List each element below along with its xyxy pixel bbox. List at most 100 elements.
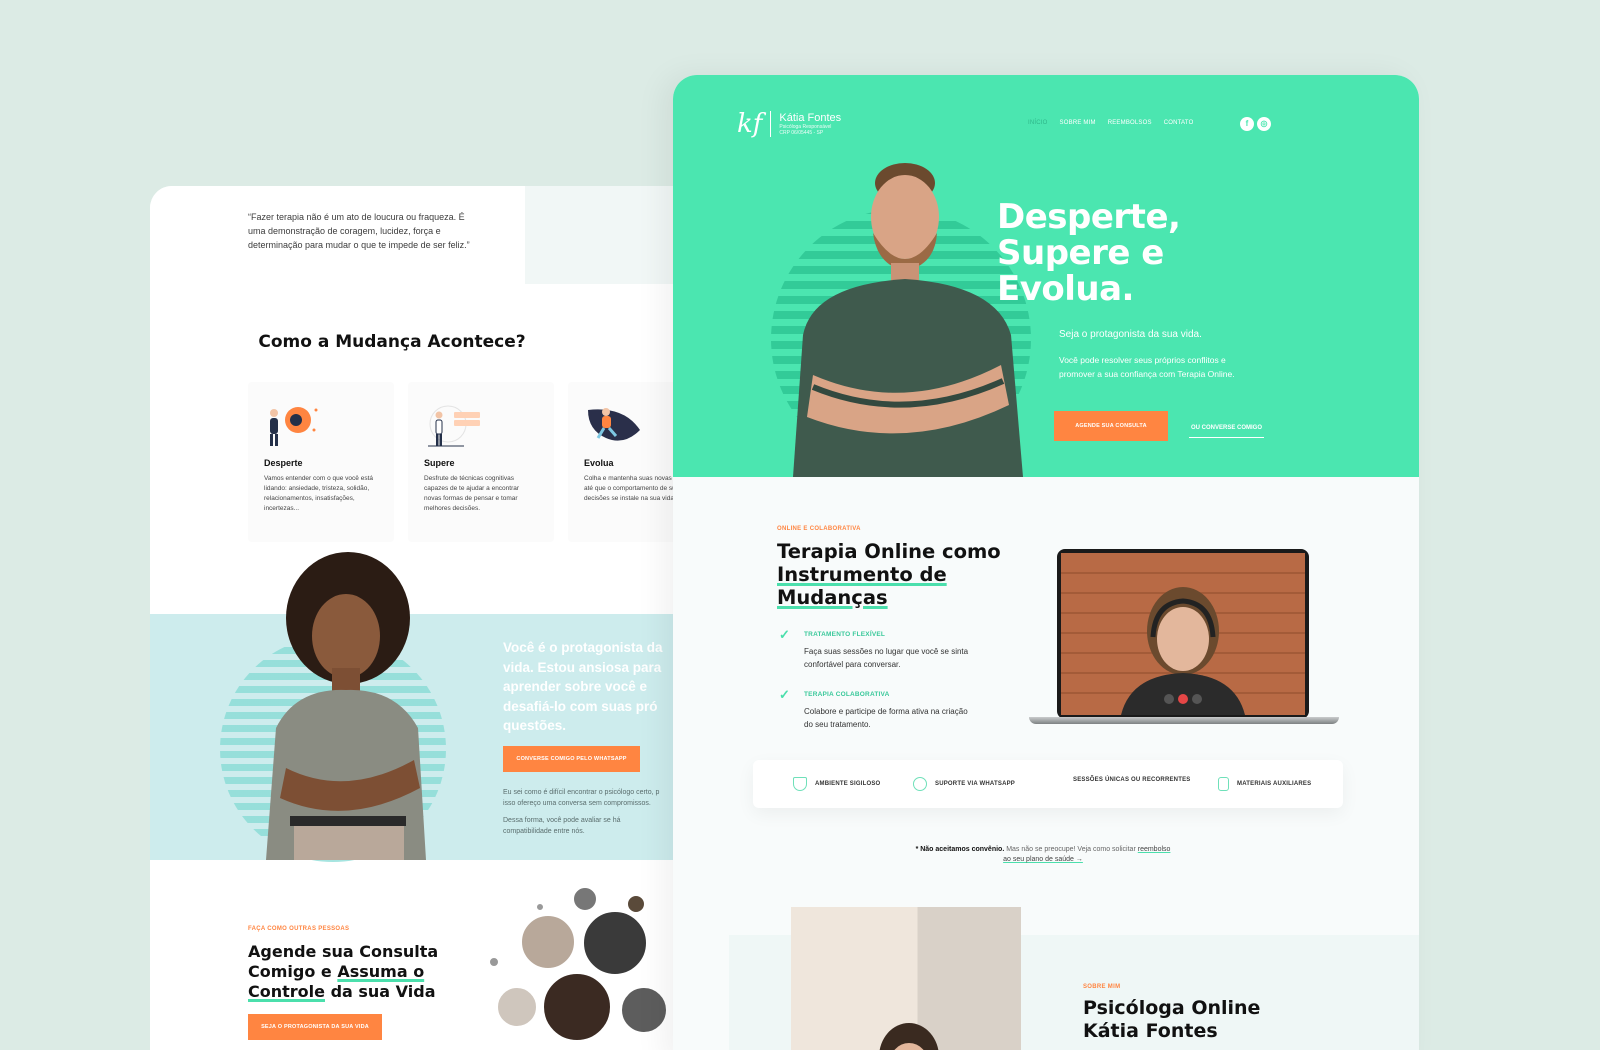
nav-item-inicio[interactable]: INÍCIO	[1028, 120, 1048, 126]
sobre-title-line: Kátia Fontes	[1083, 1020, 1218, 1042]
step-title: Supere	[424, 458, 455, 468]
avatar	[542, 972, 612, 1042]
feature-bar-label: SUPORTE VIA WHATSAPP	[935, 781, 1016, 787]
hero-title-line: Evolua.	[997, 269, 1134, 309]
hero-title: Desperte, Supere e Evolua.	[997, 197, 1181, 309]
step-text: Colha e mantenha suas novas visões até q…	[584, 475, 674, 502]
chat-icon	[913, 777, 927, 791]
laptop-video-call	[1057, 549, 1309, 719]
avatar	[572, 886, 598, 912]
avatar	[626, 894, 646, 914]
logo[interactable]: kf Kátia Fontes Psicóloga Responsável CR…	[737, 109, 841, 139]
hero-subtitle: Seja o protagonista da sua vida.	[1059, 329, 1202, 340]
step-card-supere: Supere Desfrute de técnicas cognitivas c…	[408, 382, 554, 542]
band-headline-line: desafiá-lo com suas pró	[503, 698, 658, 714]
avatar	[582, 910, 648, 976]
band-text-line: Dessa forma, você pode avaliar se há	[503, 817, 621, 824]
avatar	[488, 956, 500, 968]
terapia-title: Terapia Online como Instrumento de Mudan…	[777, 540, 1037, 609]
hero-title-line: Desperte,	[997, 197, 1181, 237]
protagonist-button[interactable]: SEJA O PROTAGONISTA DA SUA VIDA	[248, 1014, 382, 1040]
step-text: Desfrute de técnicas cognitivas capazes …	[424, 475, 520, 512]
band-text-line: compatibilidade entre nós.	[503, 827, 585, 835]
feature-text: Colabore e participe de forma ativa na c…	[804, 707, 968, 729]
band-headline-line: Você é o protagonista da	[503, 640, 663, 655]
schedule-button[interactable]: AGENDE SUA CONSULTA	[1054, 411, 1168, 441]
right-page-mockup: kf Kátia Fontes Psicóloga Responsável CR…	[673, 75, 1419, 1050]
agende-title: Agende sua Consulta Comigo e Assuma o Co…	[248, 942, 468, 1002]
band-text-line: Eu sei como é difícil encontrar o psicól…	[503, 789, 660, 796]
agende-title-part: da sua Vida	[325, 982, 436, 1001]
woman-photo	[266, 552, 426, 860]
instagram-icon[interactable]: ◎	[1257, 117, 1271, 131]
whatsapp-button[interactable]: CONVERSE COMIGO PELO WHATSAPP	[503, 746, 640, 772]
sobre-eyebrow: SOBRE MIM	[1083, 984, 1121, 990]
check-icon: ✓	[779, 687, 790, 702]
logo-divider	[770, 111, 772, 137]
feature-bar-item: MATERIAIS AUXILIARES	[1218, 777, 1311, 791]
feature-bar-label: SESSÕES ÚNICAS OU RECORRENTES	[1073, 777, 1191, 783]
logo-name: Kátia Fontes	[779, 112, 842, 124]
insurance-note-bold: * Não aceitamos convênio.	[915, 846, 1005, 853]
avatar	[535, 902, 545, 912]
quote-text: “Fazer terapia não é um ato de loucura o…	[248, 212, 470, 250]
nav-item-reembolsos[interactable]: REEMBOLSOS	[1108, 120, 1152, 126]
hero-text: Você pode resolver seus próprios conflit…	[1059, 355, 1235, 379]
supere-illustration	[428, 405, 480, 447]
top-nav: INÍCIO SOBRE MIM REEMBOLSOS CONTATO	[1028, 120, 1193, 126]
sobre-title-line: Psicóloga Online	[1083, 997, 1261, 1019]
feature-title: TERAPIA COLABORATIVA	[804, 691, 890, 698]
left-page-mockup: “Fazer terapia não é um ato de loucura o…	[150, 186, 674, 1050]
feature-text: Faça suas sessões no lugar que você se s…	[804, 647, 969, 669]
nav-item-sobre-mim[interactable]: SOBRE MIM	[1060, 120, 1096, 126]
logo-sub: CRP 06/05445 - SP	[779, 130, 824, 136]
sobre-title: Psicóloga Online Kátia Fontes	[1083, 997, 1260, 1043]
evolua-illustration	[588, 408, 640, 441]
logo-mark: kf	[737, 109, 763, 139]
avatar	[520, 914, 576, 970]
terapia-title-highlight: Instrumento de Mudanças	[777, 563, 947, 609]
quote-card: “Fazer terapia não é um ato de loucura o…	[150, 186, 525, 284]
talk-link[interactable]: OU CONVERSE COMIGO	[1189, 425, 1264, 438]
how-title: Como a Mudança Acontece?	[258, 332, 526, 352]
shield-icon	[793, 777, 807, 791]
facebook-icon[interactable]: f	[1240, 117, 1254, 131]
band-headline-line: aprender sobre você e	[503, 679, 648, 694]
psychologist-image	[879, 1023, 939, 1050]
feature-bar-item: SESSÕES ÚNICAS OU RECORRENTES	[1073, 777, 1191, 783]
desperte-illustration	[270, 407, 318, 446]
step-card-desperte: Desperte Vamos entender com o que você e…	[248, 382, 394, 542]
step-title: Desperte	[264, 458, 303, 468]
step-card-evolua: Evolua Colha e mantenha suas novas visõe…	[568, 382, 674, 542]
check-icon: ✓	[779, 627, 790, 642]
feature-bar-label: AMBIENTE SIGILOSO	[815, 781, 881, 787]
nav-item-contato[interactable]: CONTATO	[1164, 120, 1194, 126]
hero-section: kf Kátia Fontes Psicóloga Responsável CR…	[673, 75, 1419, 477]
terapia-title-part: Terapia Online como	[777, 540, 1001, 563]
hero-title-line: Supere e	[997, 233, 1164, 273]
quote-strip	[525, 186, 674, 284]
insurance-note: * Não aceitamos convênio. Mas não se pre…	[913, 845, 1173, 865]
document-icon	[1218, 777, 1229, 791]
step-title: Evolua	[584, 458, 614, 468]
avatar	[496, 986, 538, 1028]
avatar	[620, 986, 668, 1034]
feature-bar: AMBIENTE SIGILOSO SUPORTE VIA WHATSAPP S…	[753, 760, 1343, 808]
video-call-image	[1061, 553, 1305, 715]
band-headline-line: vida. Estou ansiosa para	[503, 659, 662, 675]
agende-eyebrow: FAÇA COMO OUTRAS PESSOAS	[248, 926, 350, 932]
step-text: Vamos entender com o que você está lidan…	[264, 475, 373, 512]
laptop-base	[1029, 717, 1339, 724]
band-headline-line: questões.	[503, 718, 567, 733]
terapia-eyebrow: ONLINE E COLABORATIVA	[777, 526, 861, 532]
psychologist-photo	[791, 907, 1021, 1050]
band-text-line: isso ofereço uma conversa sem compromiss…	[503, 799, 651, 807]
band-headline: Você é o protagonista da vida. Estou ans…	[503, 638, 674, 736]
feature-bar-item: AMBIENTE SIGILOSO	[793, 777, 880, 791]
feature-title: TRATAMENTO FLEXÍVEL	[804, 631, 886, 638]
feature-bar-item: SUPORTE VIA WHATSAPP	[913, 777, 1015, 791]
insurance-note-text: Mas não se preocupe! Veja como solicitar	[1004, 846, 1138, 853]
band-text-2: Dessa forma, você pode avaliar se há com…	[503, 816, 674, 837]
logo-text: Kátia Fontes Psicóloga Responsável CRP 0…	[779, 112, 841, 136]
band-text-1: Eu sei como é difícil encontrar o psicól…	[503, 788, 674, 809]
